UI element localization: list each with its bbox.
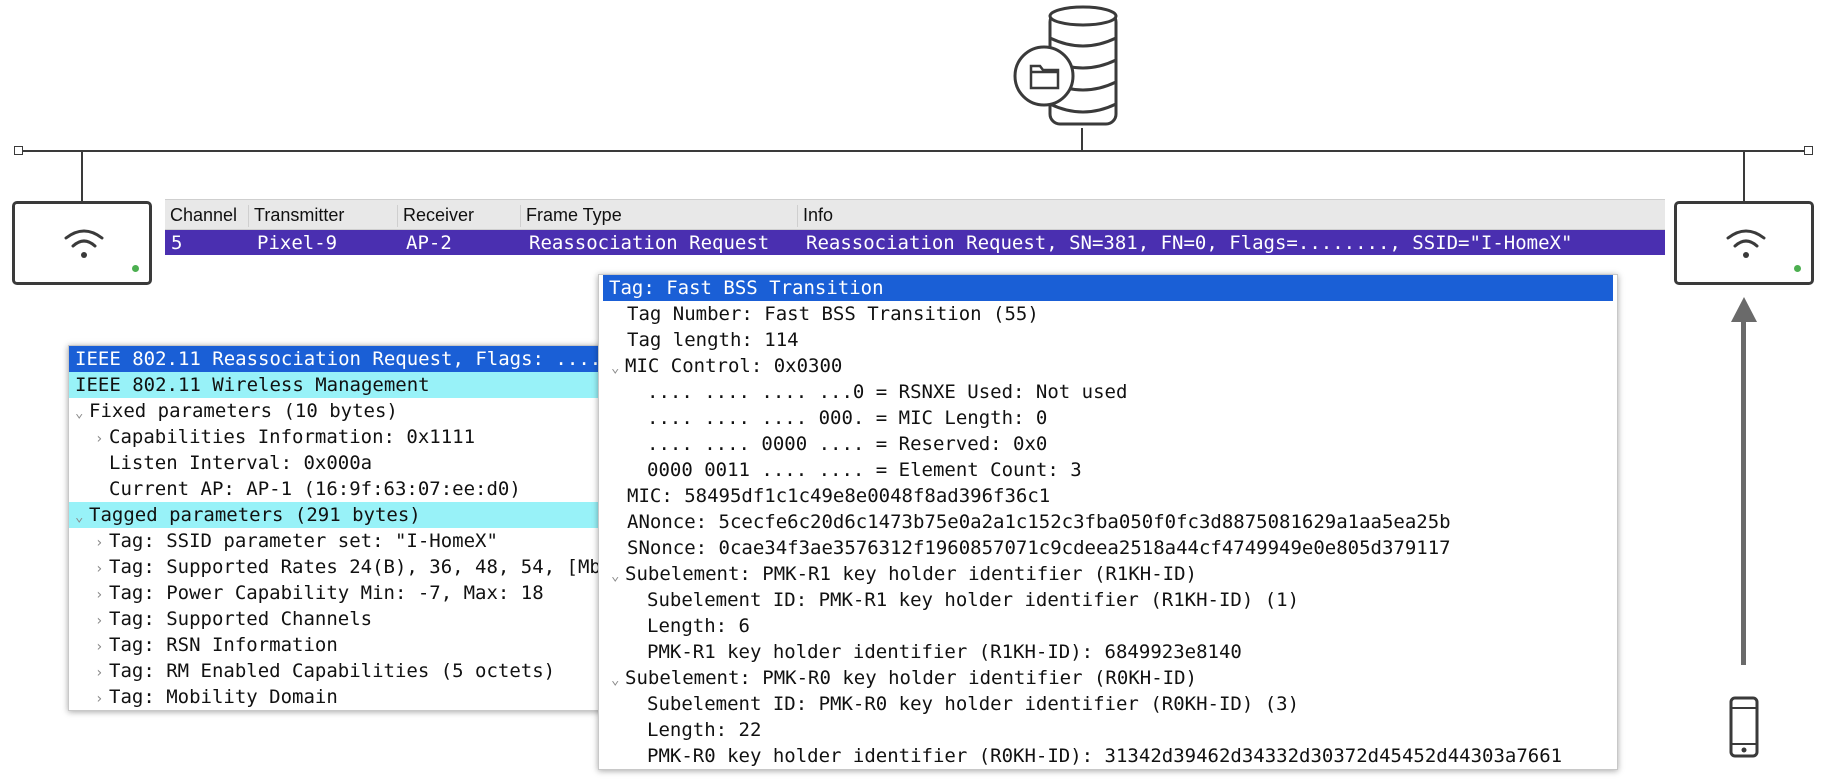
tree-row[interactable]: Current AP: AP-1 (16:9f:63:07:ee:d0) — [69, 476, 609, 502]
tree-row[interactable]: IEEE 802.11 Wireless Management — [69, 372, 609, 398]
access-point-left — [12, 201, 152, 285]
roam-arrow-shaft — [1741, 320, 1746, 665]
chevron-right-icon[interactable]: › — [95, 426, 109, 452]
chevron-right-icon[interactable]: › — [95, 686, 109, 710]
column-header-frame-type[interactable]: Frame Type — [520, 205, 622, 227]
tree-row[interactable]: Length: 6 — [599, 613, 1617, 639]
tree-row[interactable]: Tag Number: Fast BSS Transition (55) — [599, 301, 1617, 327]
tree-row[interactable]: › Tag: RSN Information — [69, 632, 609, 658]
status-led — [132, 265, 139, 272]
tree-row[interactable]: ⌄ Tagged parameters (291 bytes) — [69, 502, 609, 528]
packet-list: Channel Transmitter Receiver Frame Type … — [165, 199, 1665, 257]
tree-row[interactable]: Subelement ID: PMK-R1 key holder identif… — [599, 587, 1617, 613]
packet-row-selected[interactable]: 5 Pixel-9 AP-2 Reassociation Request Rea… — [165, 230, 1665, 255]
tree-row[interactable]: PMK-R1 key holder identifier (R1KH-ID): … — [599, 639, 1617, 665]
packet-list-header: Channel Transmitter Receiver Frame Type … — [165, 199, 1665, 230]
chevron-right-icon[interactable]: › — [95, 608, 109, 634]
tree-row[interactable]: › Capabilities Information: 0x1111 — [69, 424, 609, 450]
tree-row[interactable]: › Tag: Supported Rates 24(B), 36, 48, 54,… — [69, 554, 609, 580]
tree-row[interactable]: Tag: Fast BSS Transition — [603, 275, 1613, 301]
tree-row[interactable]: Listen Interval: 0x000a — [69, 450, 609, 476]
tree-row[interactable]: › Tag: Mobility Domain — [69, 684, 609, 710]
roam-arrow-head — [1731, 297, 1757, 322]
column-header-receiver[interactable]: Receiver — [397, 205, 474, 227]
tree-row[interactable]: ⌄ Subelement: PMK-R1 key holder identifie… — [599, 561, 1617, 587]
cell-transmitter: Pixel-9 — [257, 232, 338, 254]
column-header-channel[interactable]: Channel — [165, 205, 237, 227]
chevron-down-icon[interactable]: ⌄ — [611, 563, 625, 589]
backbone-endcap-left — [14, 146, 23, 155]
status-led — [1794, 265, 1801, 272]
tree-row[interactable]: SNonce: 0cae34f3ae3576312f1960857071c9cd… — [599, 535, 1617, 561]
ap-left-link-line — [81, 150, 83, 202]
tree-row[interactable]: › Tag: SSID parameter set: "I-HomeX" — [69, 528, 609, 554]
chevron-down-icon[interactable]: ⌄ — [611, 667, 625, 693]
tree-row[interactable]: .... .... .... ...0 = RSNXE Used: Not us… — [599, 379, 1617, 405]
tree-row[interactable]: ⌄ Fixed parameters (10 bytes) — [69, 398, 609, 424]
chevron-right-icon[interactable]: › — [95, 556, 109, 582]
ap-right-link-line — [1743, 150, 1745, 202]
wifi-icon — [1726, 229, 1766, 258]
chevron-right-icon[interactable]: › — [95, 660, 109, 686]
tree-row[interactable]: .... .... .... 000. = MIC Length: 0 — [599, 405, 1617, 431]
column-header-info[interactable]: Info — [797, 205, 833, 227]
chevron-down-icon[interactable]: ⌄ — [75, 400, 89, 426]
tree-row[interactable]: IEEE 802.11 Reassociation Request, Flags… — [69, 346, 609, 372]
tree-row[interactable]: ⌄ Subelement: PMK-R0 key holder identifie… — [599, 665, 1617, 691]
chevron-right-icon[interactable]: › — [95, 582, 109, 608]
database-server-icon — [1013, 5, 1118, 126]
column-header-transmitter[interactable]: Transmitter — [248, 205, 344, 227]
tree-row[interactable]: MIC: 58495df1c1c49e8e0048f8ad396f36c1 — [599, 483, 1617, 509]
tree-row[interactable]: PMK-R0 key holder identifier (R0KH-ID): … — [599, 743, 1617, 769]
tree-row[interactable]: ⌄ MIC Control: 0x0300 — [599, 353, 1617, 379]
access-point-right — [1674, 201, 1814, 285]
smartphone-icon — [1729, 696, 1759, 758]
tree-row[interactable]: › Tag: Supported Channels — [69, 606, 609, 632]
fast-bss-transition-pane: Tag: Fast BSS Transition Tag Number: Fas… — [598, 274, 1618, 770]
backbone-endcap-right — [1804, 146, 1813, 155]
wifi-icon — [64, 229, 104, 258]
cell-receiver: AP-2 — [406, 232, 452, 254]
chevron-right-icon[interactable]: › — [95, 530, 109, 556]
tree-row[interactable]: › Tag: Power Capability Min: -7, Max: 18 — [69, 580, 609, 606]
chevron-down-icon[interactable]: ⌄ — [75, 504, 89, 530]
tree-row[interactable]: 0000 0011 .... .... = Element Count: 3 — [599, 457, 1617, 483]
tree-row[interactable]: Length: 22 — [599, 717, 1617, 743]
tree-row[interactable]: .... .... 0000 .... = Reserved: 0x0 — [599, 431, 1617, 457]
cell-channel: 5 — [171, 232, 183, 254]
tree-row[interactable]: › Tag: RM Enabled Capabilities (5 octets) — [69, 658, 609, 684]
packet-details-pane: IEEE 802.11 Reassociation Request, Flags… — [68, 345, 610, 711]
tree-row[interactable]: Subelement ID: PMK-R0 key holder identif… — [599, 691, 1617, 717]
tree-row[interactable]: ANonce: 5cecfe6c20d6c1473b75e0a2a1c152c3… — [599, 509, 1617, 535]
network-backbone-line — [18, 150, 1809, 152]
chevron-down-icon[interactable]: ⌄ — [611, 355, 625, 381]
cell-info: Reassociation Request, SN=381, FN=0, Fla… — [806, 232, 1573, 254]
server-link-line — [1081, 128, 1083, 151]
tree-row[interactable]: Tag length: 114 — [599, 327, 1617, 353]
chevron-right-icon[interactable]: › — [95, 634, 109, 660]
cell-frame-type: Reassociation Request — [529, 232, 770, 254]
